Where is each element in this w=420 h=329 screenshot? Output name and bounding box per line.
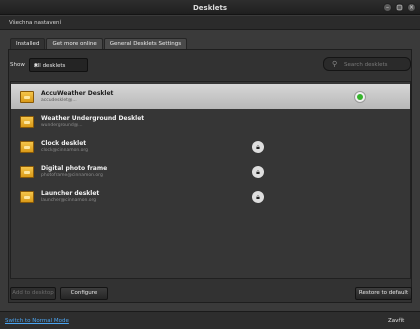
desklet-name: Clock desklet	[41, 140, 87, 147]
close-icon: ×	[408, 4, 415, 11]
desklet-uuid: clock@cinnamon.org	[41, 148, 89, 153]
enabled-status-icon	[354, 91, 366, 103]
desklet-name: Digital photo frame	[41, 165, 108, 172]
maximize-button[interactable]: □	[395, 3, 404, 12]
filter-dropdown[interactable]: All desklets ▼	[29, 58, 88, 72]
show-label: Show	[10, 62, 25, 68]
desklet-name: Weather Underground Desklet	[41, 115, 145, 122]
all-settings-label[interactable]: Všechna nastavení	[9, 20, 61, 26]
desklet-uuid: accudesklet@...	[41, 98, 77, 103]
list-item[interactable]: Weather Underground Desklet wunderground…	[11, 109, 410, 134]
tab-installed[interactable]: Installed	[10, 38, 46, 49]
desklet-icon	[20, 191, 34, 203]
tab-general-settings[interactable]: General Desklets Settings	[103, 38, 188, 49]
all-settings-bar[interactable]: Všechna nastavení	[0, 16, 420, 30]
minimize-icon: –	[386, 4, 389, 11]
list-item[interactable]: Digital photo frame photoframe@cinnamon.…	[11, 159, 410, 184]
maximize-icon: □	[396, 4, 403, 11]
desklet-uuid: wunderground@...	[41, 123, 83, 128]
desklet-uuid: photoframe@cinnamon.org	[41, 173, 103, 178]
restore-default-button[interactable]: Restore to default	[355, 287, 412, 300]
window-titlebar: Desklets – □ ×	[0, 0, 420, 15]
lock-icon: 🔒︎	[252, 191, 264, 203]
desklet-icon	[20, 91, 34, 103]
list-item[interactable]: AccuWeather Desklet accudesklet@...	[11, 84, 410, 109]
list-item[interactable]: Launcher desklet launcher@cinnamon.org 🔒…	[11, 184, 410, 209]
desklet-name: AccuWeather Desklet	[41, 90, 114, 97]
lock-icon: 🔒︎	[252, 141, 264, 153]
tab-strip: Installed Get more online General Deskle…	[10, 38, 188, 49]
close-button[interactable]: Zavřít	[388, 318, 404, 324]
desklet-list: AccuWeather Desklet accudesklet@... Weat…	[10, 81, 411, 279]
search-placeholder: Search desklets	[344, 62, 388, 68]
list-item[interactable]: Clock desklet clock@cinnamon.org 🔒︎	[11, 134, 410, 159]
configure-button[interactable]: Configure	[60, 287, 108, 300]
bottom-bar: Switch to Normal Mode Zavřít	[0, 311, 420, 329]
lock-icon: 🔒︎	[252, 166, 264, 178]
search-input[interactable]: ⚲ Search desklets	[323, 57, 411, 71]
switch-normal-mode-link[interactable]: Switch to Normal Mode	[5, 318, 69, 324]
search-icon: ⚲	[332, 60, 338, 68]
close-window-button[interactable]: ×	[407, 3, 416, 12]
tab-get-more-online[interactable]: Get more online	[46, 38, 103, 49]
desklet-uuid: launcher@cinnamon.org	[41, 198, 97, 203]
desklet-icon	[20, 141, 34, 153]
add-to-desktop-button[interactable]: Add to desktop	[10, 287, 56, 300]
desklet-name: Launcher desklet	[41, 190, 100, 197]
minimize-button[interactable]: –	[383, 3, 392, 12]
desklet-icon	[20, 116, 34, 128]
desklet-icon	[20, 166, 34, 178]
window-title: Desklets	[192, 4, 228, 12]
chevron-down-icon: ▼	[34, 63, 38, 69]
